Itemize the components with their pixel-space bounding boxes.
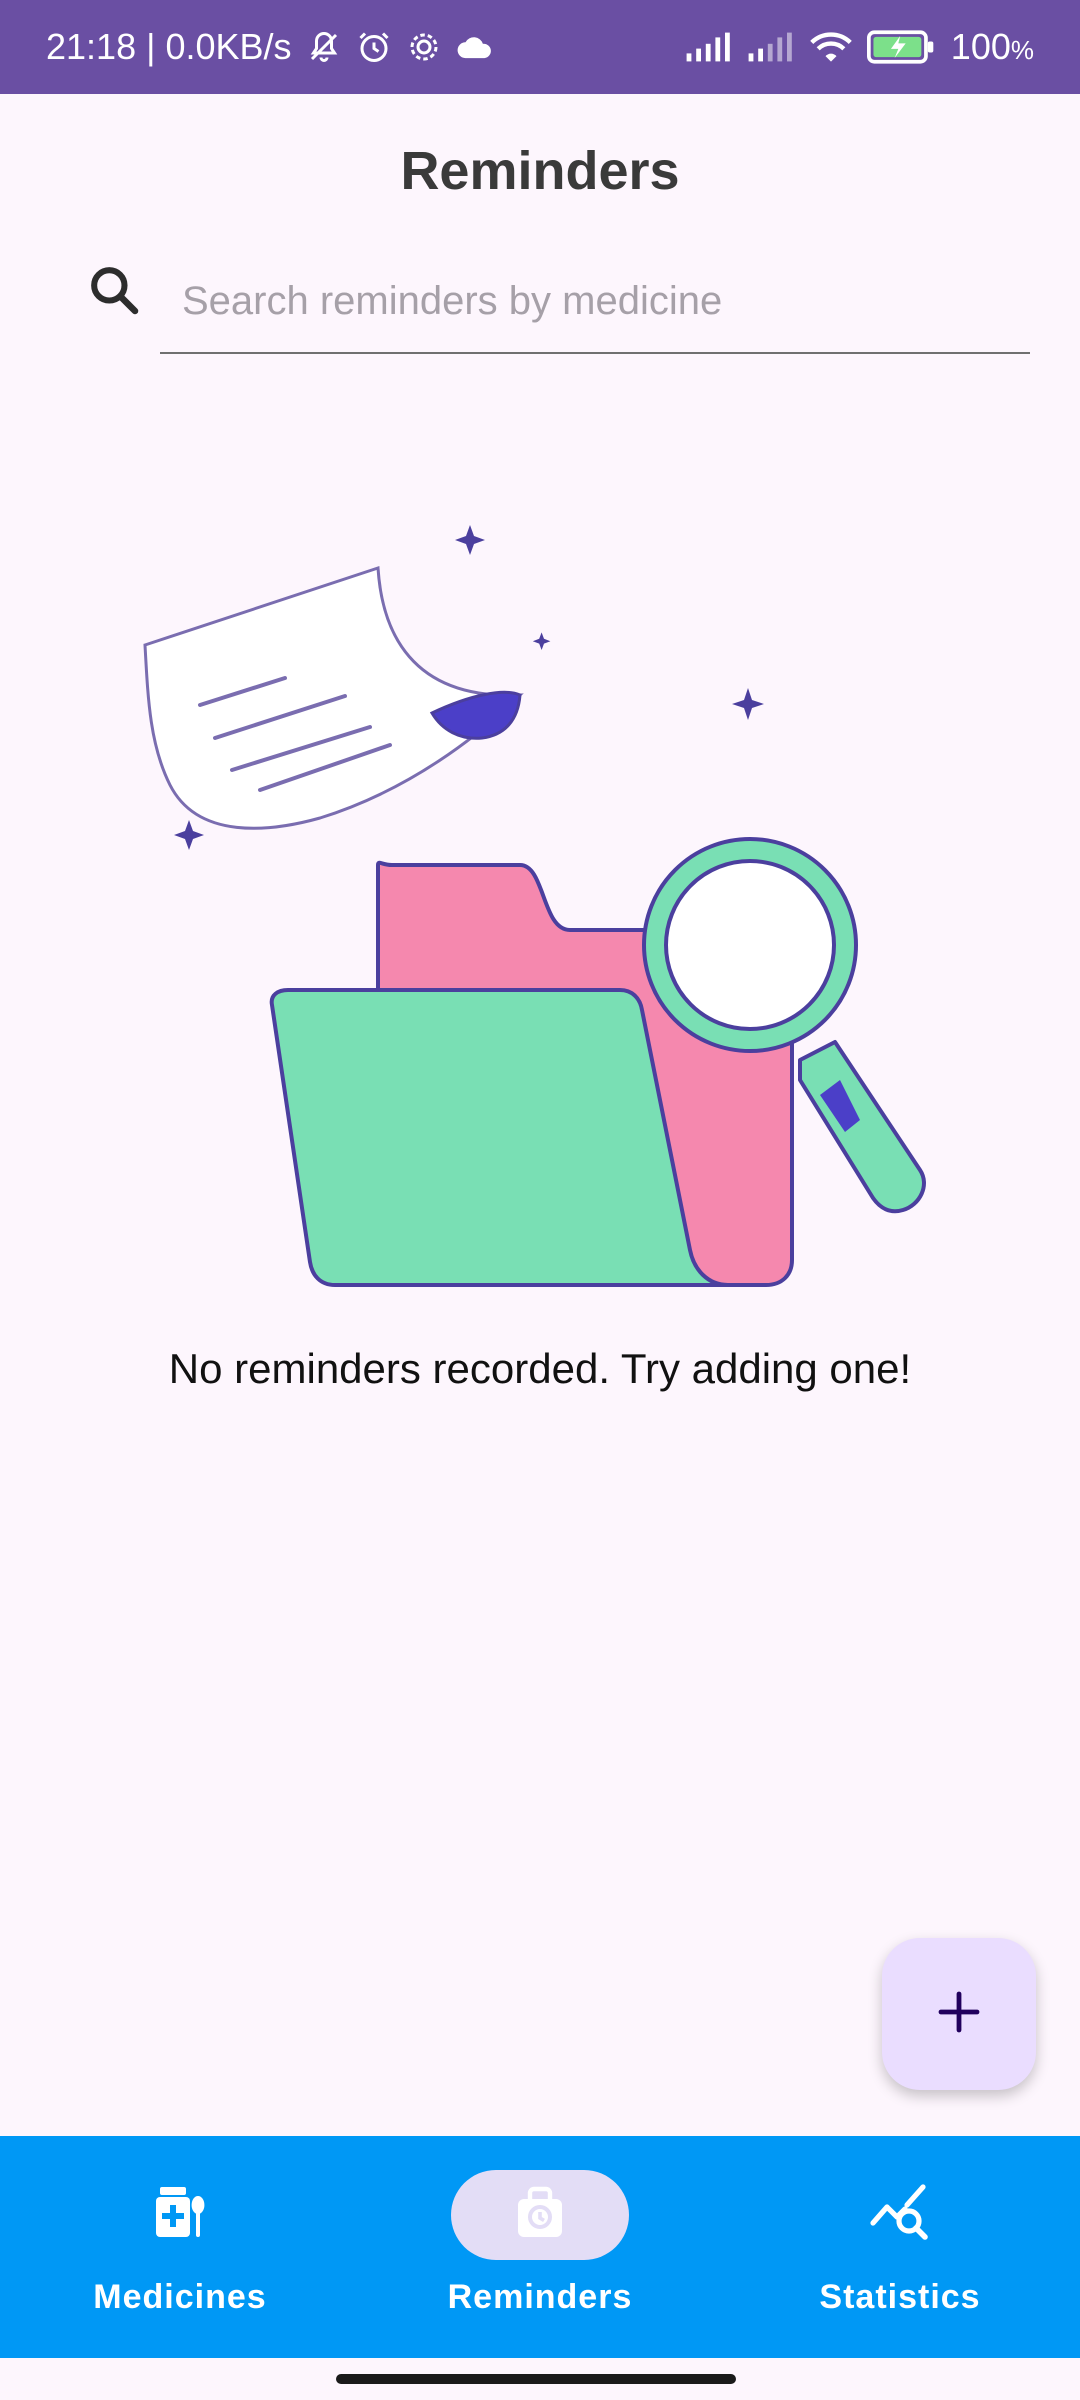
bottom-navigation: Medicines Reminders Statistics — [0, 2136, 1080, 2358]
nav-label-statistics: Statistics — [819, 2278, 981, 2316]
battery-charging-icon — [866, 30, 937, 64]
status-bar-left: 21:18 | 0.0KB/s — [46, 26, 494, 68]
mute-bell-icon — [306, 29, 342, 65]
settings-icon — [406, 29, 442, 65]
signal-icon — [685, 31, 733, 63]
battery-percent: 100% — [951, 26, 1034, 68]
plus-icon — [935, 1988, 983, 2041]
status-bar-right: 100% — [685, 26, 1034, 68]
nav-item-statistics[interactable]: Statistics — [720, 2136, 1080, 2358]
empty-state-illustration — [120, 520, 960, 1290]
nav-pill — [91, 2170, 269, 2260]
status-bar: 21:18 | 0.0KB/s 100% — [0, 0, 1080, 94]
document-illustration — [143, 565, 524, 830]
wifi-icon — [809, 30, 853, 64]
cloud-icon — [456, 32, 494, 62]
alarm-icon — [356, 29, 392, 65]
add-reminder-button[interactable] — [882, 1938, 1036, 2090]
reminder-bag-icon — [510, 2183, 570, 2248]
nav-label-reminders: Reminders — [447, 2278, 633, 2316]
signal-icon — [747, 31, 795, 63]
empty-state-message: No reminders recorded. Try adding one! — [168, 1345, 912, 1392]
search-icon[interactable] — [86, 262, 142, 318]
home-indicator[interactable] — [336, 2374, 736, 2384]
nav-label-medicines: Medicines — [93, 2278, 267, 2316]
page-title: Reminders — [400, 141, 680, 201]
nav-pill — [811, 2170, 989, 2260]
battery-value: 100 — [950, 26, 1011, 67]
nav-item-medicines[interactable]: Medicines — [0, 2136, 360, 2358]
statistics-icon — [869, 2183, 931, 2248]
search-input[interactable] — [160, 250, 1030, 354]
nav-pill-active — [451, 2170, 629, 2260]
nav-item-reminders[interactable]: Reminders — [360, 2136, 720, 2358]
medicine-icon — [150, 2183, 210, 2248]
status-time: 21:18 | 0.0KB/s — [46, 26, 292, 67]
battery-unit: % — [1010, 35, 1034, 65]
